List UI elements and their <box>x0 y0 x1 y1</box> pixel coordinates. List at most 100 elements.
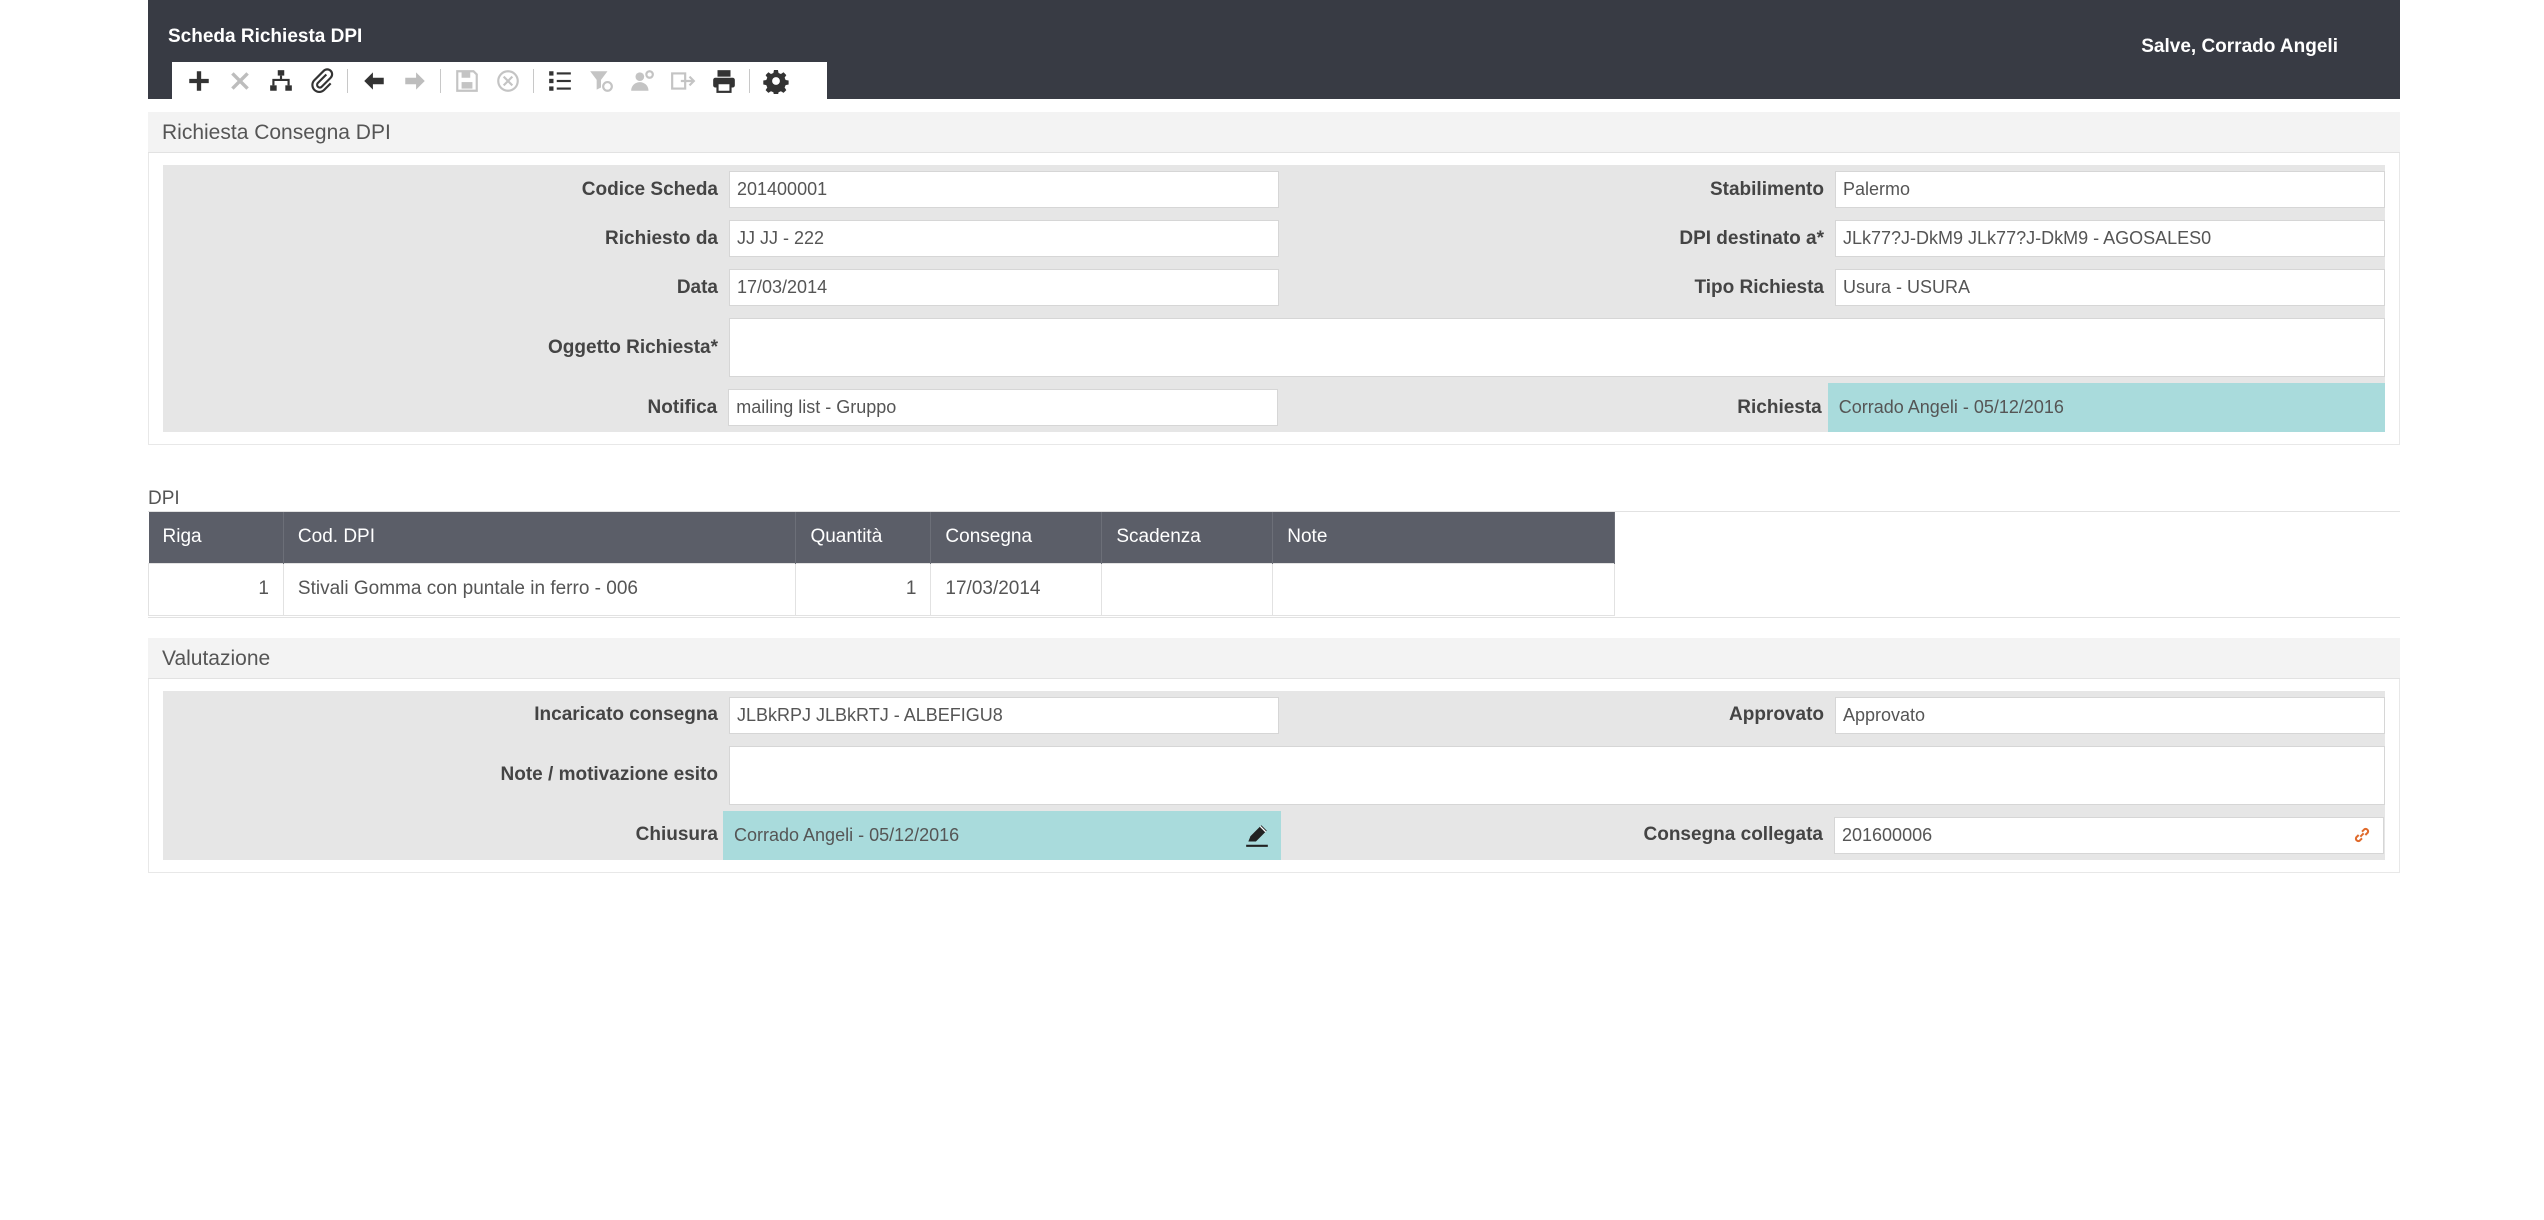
section-header-valutazione: Valutazione <box>148 637 2400 679</box>
chiusura-label: Chiusura <box>635 824 718 845</box>
export-button[interactable] <box>662 62 703 99</box>
pencil-icon <box>1246 825 1268 847</box>
toolbar-divider <box>533 68 534 93</box>
open-link-button[interactable] <box>2352 825 2372 845</box>
dpi-destinato-label: DPI destinato a* <box>1679 227 1824 249</box>
next-button[interactable] <box>394 62 435 99</box>
cell-cod-dpi: Stivali Gomma con puntale in ferro - 006 <box>282 562 797 616</box>
attach-button[interactable] <box>301 62 342 99</box>
form-row: Chiusura Corrado Angeli - 05/12/2016 Con… <box>163 810 2385 860</box>
approvato-field[interactable]: Approvato <box>1835 696 2385 734</box>
edit-signature-button[interactable] <box>1244 822 1270 848</box>
tipo-richiesta-label: Tipo Richiesta <box>1694 276 1824 298</box>
column-header-consegna[interactable]: Consegna <box>930 512 1103 563</box>
column-header-cod-dpi[interactable]: Cod. DPI <box>283 512 797 563</box>
form-row: Notifica mailing list - Gruppo Richiesta… <box>163 383 2385 432</box>
list-button[interactable] <box>539 62 580 99</box>
toolbar-divider <box>347 68 348 93</box>
previous-button[interactable] <box>353 62 394 99</box>
form-row: Note / motivazione esito <box>163 740 2385 811</box>
save-button[interactable] <box>446 62 487 99</box>
dpi-table: Riga Cod. DPI Quantità Consegna Scadenza… <box>148 512 1615 616</box>
stabilimento-label: Stabilimento <box>1709 178 1824 200</box>
column-header-riga[interactable]: Riga <box>148 512 284 563</box>
toolbar-divider <box>440 68 441 93</box>
save-icon <box>455 69 478 92</box>
note-motivazione-field[interactable] <box>729 745 2385 805</box>
new-button[interactable] <box>178 62 219 99</box>
toolbar <box>172 62 827 99</box>
app-header: Scheda Richiesta DPI Salve, Corrado Ange… <box>148 0 2400 99</box>
table-row[interactable]: 1 Stivali Gomma con puntale in ferro - 0… <box>148 562 1615 616</box>
print-button[interactable] <box>703 62 744 99</box>
codice-scheda-field[interactable]: 201400001 <box>729 171 1279 208</box>
chiusura-field[interactable]: Corrado Angeli - 05/12/2016 <box>723 810 1281 860</box>
oggetto-richiesta-label: Oggetto Richiesta* <box>548 336 718 358</box>
column-header-quantita[interactable]: Quantità <box>795 512 932 563</box>
richiesto-da-label: Richiesto da <box>605 227 718 249</box>
chiusura-value: Corrado Angeli - 05/12/2016 <box>734 824 960 845</box>
user-settings-icon <box>630 69 654 91</box>
column-header-scadenza[interactable]: Scadenza <box>1101 512 1274 563</box>
table-header-row: Riga Cod. DPI Quantità Consegna Scadenza… <box>148 512 1615 563</box>
notifica-label: Notifica <box>647 396 718 418</box>
gear-icon <box>762 69 789 94</box>
notifica-field[interactable]: mailing list - Gruppo <box>728 389 1278 426</box>
codice-scheda-label: Codice Scheda <box>581 178 718 200</box>
form-valutazione: Incaricato consegna JLBkRPJ JLBkRTJ - AL… <box>163 690 2385 860</box>
section-richiesta: Codice Scheda 201400001 Stabilimento Pal… <box>148 153 2400 445</box>
consegna-collegata-value: 201600006 <box>1842 824 1933 845</box>
form-row: Richiesto da JJ JJ - 222 DPI destinato a… <box>163 214 2385 263</box>
list-icon <box>548 70 571 91</box>
attachment-icon <box>310 67 333 93</box>
page-title: Scheda Richiesta DPI <box>168 26 363 47</box>
column-header-note[interactable]: Note <box>1272 512 1615 563</box>
section-valutazione: Incaricato consegna JLBkRPJ JLBkRTJ - AL… <box>148 678 2400 873</box>
richiesta-label: Richiesta <box>1737 396 1822 418</box>
dpi-destinato-field[interactable]: JLk77?J-DkM9 JLk77?J-DkM9 - AGOSALES0 <box>1835 220 2385 257</box>
data-field[interactable]: 17/03/2014 <box>729 269 1279 306</box>
cell-riga: 1 <box>148 562 284 616</box>
data-label: Data <box>676 276 718 298</box>
form-richiesta: Codice Scheda 201400001 Stabilimento Pal… <box>163 165 2385 432</box>
consegna-collegata-field[interactable]: 201600006 <box>1834 816 2384 854</box>
plus-icon <box>188 70 209 91</box>
form-row: Oggetto Richiesta* <box>163 312 2385 383</box>
oggetto-richiesta-field[interactable] <box>729 318 2385 377</box>
cancel-button[interactable] <box>487 62 528 99</box>
tipo-richiesta-field[interactable]: Usura - USURA <box>1835 269 2385 306</box>
filter-icon <box>589 70 613 92</box>
section-header-richiesta: Richiesta Consegna DPI <box>148 112 2400 153</box>
filter-button[interactable] <box>580 62 621 99</box>
incaricato-consegna-label: Incaricato consegna <box>534 704 718 725</box>
settings-button[interactable] <box>755 62 796 99</box>
cell-scadenza <box>1101 562 1274 616</box>
approvato-label: Approvato <box>1729 704 1824 725</box>
cell-consegna: 17/03/2014 <box>930 562 1103 616</box>
richiesta-field[interactable]: Corrado Angeli - 05/12/2016 <box>1827 383 2385 432</box>
form-row: Incaricato consegna JLBkRPJ JLBkRTJ - AL… <box>163 691 2385 740</box>
richiesto-da-field[interactable]: JJ JJ - 222 <box>729 220 1279 257</box>
delete-button[interactable] <box>219 62 260 99</box>
print-icon <box>712 69 735 93</box>
cancel-icon <box>496 69 519 92</box>
form-row: Codice Scheda 201400001 Stabilimento Pal… <box>163 165 2385 214</box>
arrow-left-icon <box>363 71 384 90</box>
page: Scheda Richiesta DPI Salve, Corrado Ange… <box>148 0 2400 873</box>
hierarchy-button[interactable] <box>260 62 301 99</box>
link-icon <box>2354 827 2370 843</box>
cell-note <box>1272 562 1615 616</box>
consegna-collegata-label: Consegna collegata <box>1643 824 1824 845</box>
cell-quantita: 1 <box>795 562 932 616</box>
stabilimento-field[interactable]: Palermo <box>1835 171 2385 208</box>
delete-icon <box>230 71 249 90</box>
arrow-right-icon <box>404 71 425 90</box>
user-settings-button[interactable] <box>621 62 662 99</box>
toolbar-divider <box>749 68 750 93</box>
note-motivazione-label: Note / motivazione esito <box>500 764 718 785</box>
export-icon <box>670 71 695 90</box>
dpi-caption: DPI <box>148 488 180 509</box>
hierarchy-icon <box>269 69 292 91</box>
form-row: Data 17/03/2014 Tipo Richiesta Usura - U… <box>163 263 2385 312</box>
incaricato-consegna-field[interactable]: JLBkRPJ JLBkRTJ - ALBEFIGU8 <box>729 696 1279 734</box>
